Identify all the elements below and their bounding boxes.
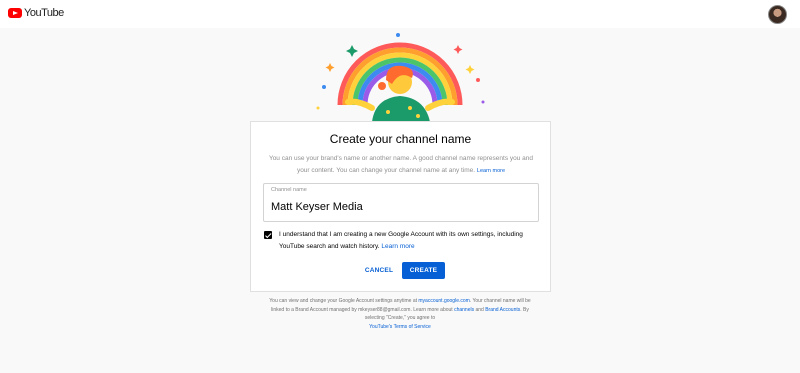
youtube-logo[interactable]: YouTube (8, 7, 64, 19)
checkbox-learn-more-link[interactable]: Learn more (381, 243, 414, 250)
dialog-title: Create your channel name (329, 132, 472, 146)
footer-notice: You can view and change your Google Acco… (265, 297, 535, 331)
myaccount-link[interactable]: myaccount.google.com (418, 298, 469, 304)
youtube-play-icon (8, 8, 22, 18)
account-avatar[interactable] (768, 5, 787, 24)
brand-accounts-link[interactable]: Brand Accounts (485, 307, 520, 313)
top-bar: YouTube (0, 0, 800, 28)
logo-text: YouTube (24, 7, 64, 19)
cancel-button[interactable]: CANCEL (361, 262, 397, 278)
channels-link[interactable]: channels (454, 307, 474, 313)
celebration-illustration (316, 33, 485, 122)
channel-name-label: Channel name (271, 187, 307, 193)
dialog-description: You can use your brand's name or another… (265, 153, 537, 177)
footer-text-1: You can view and change your Google Acco… (269, 298, 417, 304)
terms-of-service-link[interactable]: YouTube's Terms of Service (369, 324, 431, 330)
channel-name-field[interactable]: Channel name Matt Keyser Media (263, 183, 539, 222)
understand-checkbox[interactable] (264, 231, 272, 239)
create-button[interactable]: CREATE (402, 262, 445, 279)
checkbox-label: I understand that I am creating a new Go… (279, 229, 541, 253)
footer-text-3: and (475, 306, 484, 313)
description-learn-more-link[interactable]: Learn more (477, 168, 505, 174)
channel-name-input[interactable]: Matt Keyser Media (271, 201, 363, 213)
create-channel-dialog: Create your channel name You can use you… (250, 121, 551, 292)
